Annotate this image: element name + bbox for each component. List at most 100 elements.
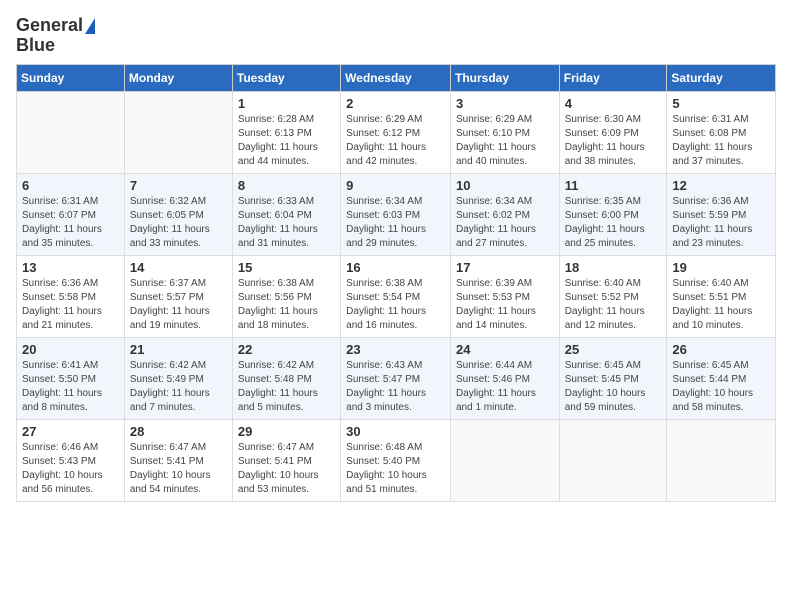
day-info: Sunrise: 6:34 AM Sunset: 6:03 PM Dayligh…: [346, 195, 445, 251]
day-number: 6: [22, 178, 119, 193]
day-info: Sunrise: 6:35 AM Sunset: 6:00 PM Dayligh…: [565, 195, 662, 251]
day-info: Sunrise: 6:33 AM Sunset: 6:04 PM Dayligh…: [238, 195, 335, 251]
day-number: 11: [565, 178, 662, 193]
day-info: Sunrise: 6:40 AM Sunset: 5:52 PM Dayligh…: [565, 277, 662, 333]
day-number: 30: [346, 424, 445, 439]
day-info: Sunrise: 6:44 AM Sunset: 5:46 PM Dayligh…: [456, 359, 554, 415]
day-header-saturday: Saturday: [667, 64, 776, 91]
calendar-cell: 13 Sunrise: 6:36 AM Sunset: 5:58 PM Dayli…: [17, 255, 125, 337]
day-number: 20: [22, 342, 119, 357]
day-info: Sunrise: 6:45 AM Sunset: 5:44 PM Dayligh…: [672, 359, 770, 415]
day-number: 26: [672, 342, 770, 357]
calendar-cell: 24 Sunrise: 6:44 AM Sunset: 5:46 PM Dayli…: [450, 337, 559, 419]
day-number: 19: [672, 260, 770, 275]
day-info: Sunrise: 6:46 AM Sunset: 5:43 PM Dayligh…: [22, 441, 119, 497]
calendar-cell: 14 Sunrise: 6:37 AM Sunset: 5:57 PM Dayli…: [124, 255, 232, 337]
day-info: Sunrise: 6:29 AM Sunset: 6:12 PM Dayligh…: [346, 113, 445, 169]
calendar-cell: 1 Sunrise: 6:28 AM Sunset: 6:13 PM Daylig…: [232, 91, 340, 173]
day-header-thursday: Thursday: [450, 64, 559, 91]
logo-general: General: [16, 16, 83, 36]
day-info: Sunrise: 6:36 AM Sunset: 5:58 PM Dayligh…: [22, 277, 119, 333]
calendar-cell: 29 Sunrise: 6:47 AM Sunset: 5:41 PM Dayli…: [232, 419, 340, 501]
day-info: Sunrise: 6:42 AM Sunset: 5:48 PM Dayligh…: [238, 359, 335, 415]
logo-triangle-icon: [85, 18, 95, 34]
calendar-cell: 20 Sunrise: 6:41 AM Sunset: 5:50 PM Dayli…: [17, 337, 125, 419]
calendar-week-5: 27Sunrise: 6:46 AM Sunset: 5:43 PM Dayli…: [17, 419, 776, 501]
day-number: 22: [238, 342, 335, 357]
day-info: Sunrise: 6:41 AM Sunset: 5:50 PM Dayligh…: [22, 359, 119, 415]
day-number: 18: [565, 260, 662, 275]
day-info: Sunrise: 6:30 AM Sunset: 6:09 PM Dayligh…: [565, 113, 662, 169]
calendar-cell: 23 Sunrise: 6:43 AM Sunset: 5:47 PM Dayli…: [341, 337, 451, 419]
logo-blue: Blue: [16, 36, 55, 56]
day-number: 14: [130, 260, 227, 275]
day-info: Sunrise: 6:40 AM Sunset: 5:51 PM Dayligh…: [672, 277, 770, 333]
calendar-header-row: SundayMondayTuesdayWednesdayThursdayFrid…: [17, 64, 776, 91]
calendar-cell: 5Sunrise: 6:31 AM Sunset: 6:08 PM Daylig…: [667, 91, 776, 173]
day-number: 7: [130, 178, 227, 193]
calendar-cell: [450, 419, 559, 501]
logo: General Blue: [16, 16, 95, 56]
day-info: Sunrise: 6:37 AM Sunset: 5:57 PM Dayligh…: [130, 277, 227, 333]
day-info: Sunrise: 6:28 AM Sunset: 6:13 PM Dayligh…: [238, 113, 335, 169]
day-number: 3: [456, 96, 554, 111]
day-info: Sunrise: 6:38 AM Sunset: 5:54 PM Dayligh…: [346, 277, 445, 333]
calendar-cell: 28 Sunrise: 6:47 AM Sunset: 5:41 PM Dayli…: [124, 419, 232, 501]
day-info: Sunrise: 6:42 AM Sunset: 5:49 PM Dayligh…: [130, 359, 227, 415]
calendar-cell: [559, 419, 667, 501]
day-number: 25: [565, 342, 662, 357]
day-number: 4: [565, 96, 662, 111]
day-info: Sunrise: 6:47 AM Sunset: 5:41 PM Dayligh…: [130, 441, 227, 497]
day-info: Sunrise: 6:32 AM Sunset: 6:05 PM Dayligh…: [130, 195, 227, 251]
day-number: 24: [456, 342, 554, 357]
day-number: 15: [238, 260, 335, 275]
day-info: Sunrise: 6:39 AM Sunset: 5:53 PM Dayligh…: [456, 277, 554, 333]
day-number: 12: [672, 178, 770, 193]
day-info: Sunrise: 6:38 AM Sunset: 5:56 PM Dayligh…: [238, 277, 335, 333]
calendar-cell: 30 Sunrise: 6:48 AM Sunset: 5:40 PM Dayli…: [341, 419, 451, 501]
calendar-cell: [124, 91, 232, 173]
day-info: Sunrise: 6:47 AM Sunset: 5:41 PM Dayligh…: [238, 441, 335, 497]
day-header-tuesday: Tuesday: [232, 64, 340, 91]
calendar-cell: 9 Sunrise: 6:34 AM Sunset: 6:03 PM Daylig…: [341, 173, 451, 255]
calendar-cell: 7 Sunrise: 6:32 AM Sunset: 6:05 PM Daylig…: [124, 173, 232, 255]
calendar-cell: 4 Sunrise: 6:30 AM Sunset: 6:09 PM Daylig…: [559, 91, 667, 173]
day-info: Sunrise: 6:34 AM Sunset: 6:02 PM Dayligh…: [456, 195, 554, 251]
day-info: Sunrise: 6:48 AM Sunset: 5:40 PM Dayligh…: [346, 441, 445, 497]
calendar-cell: 12 Sunrise: 6:36 AM Sunset: 5:59 PM Dayli…: [667, 173, 776, 255]
calendar-cell: 6 Sunrise: 6:31 AM Sunset: 6:07 PM Daylig…: [17, 173, 125, 255]
calendar-cell: 19 Sunrise: 6:40 AM Sunset: 5:51 PM Dayli…: [667, 255, 776, 337]
day-header-wednesday: Wednesday: [341, 64, 451, 91]
calendar-week-2: 6 Sunrise: 6:31 AM Sunset: 6:07 PM Daylig…: [17, 173, 776, 255]
day-number: 2: [346, 96, 445, 111]
calendar-cell: [17, 91, 125, 173]
day-header-monday: Monday: [124, 64, 232, 91]
day-number: 23: [346, 342, 445, 357]
calendar-cell: 27Sunrise: 6:46 AM Sunset: 5:43 PM Dayli…: [17, 419, 125, 501]
calendar-week-3: 13 Sunrise: 6:36 AM Sunset: 5:58 PM Dayli…: [17, 255, 776, 337]
calendar-cell: 22 Sunrise: 6:42 AM Sunset: 5:48 PM Dayli…: [232, 337, 340, 419]
day-header-friday: Friday: [559, 64, 667, 91]
day-number: 21: [130, 342, 227, 357]
day-number: 9: [346, 178, 445, 193]
calendar-cell: 11 Sunrise: 6:35 AM Sunset: 6:00 PM Dayli…: [559, 173, 667, 255]
calendar-cell: 26 Sunrise: 6:45 AM Sunset: 5:44 PM Dayli…: [667, 337, 776, 419]
day-info: Sunrise: 6:29 AM Sunset: 6:10 PM Dayligh…: [456, 113, 554, 169]
day-number: 13: [22, 260, 119, 275]
day-info: Sunrise: 6:31 AM Sunset: 6:08 PM Dayligh…: [672, 113, 770, 169]
calendar-cell: 25 Sunrise: 6:45 AM Sunset: 5:45 PM Dayli…: [559, 337, 667, 419]
day-info: Sunrise: 6:36 AM Sunset: 5:59 PM Dayligh…: [672, 195, 770, 251]
calendar-cell: 16 Sunrise: 6:38 AM Sunset: 5:54 PM Dayli…: [341, 255, 451, 337]
day-info: Sunrise: 6:43 AM Sunset: 5:47 PM Dayligh…: [346, 359, 445, 415]
calendar-cell: 21 Sunrise: 6:42 AM Sunset: 5:49 PM Dayli…: [124, 337, 232, 419]
calendar-cell: 18 Sunrise: 6:40 AM Sunset: 5:52 PM Dayli…: [559, 255, 667, 337]
calendar-week-1: 1 Sunrise: 6:28 AM Sunset: 6:13 PM Daylig…: [17, 91, 776, 173]
day-number: 28: [130, 424, 227, 439]
day-number: 16: [346, 260, 445, 275]
day-number: 17: [456, 260, 554, 275]
day-info: Sunrise: 6:45 AM Sunset: 5:45 PM Dayligh…: [565, 359, 662, 415]
day-info: Sunrise: 6:31 AM Sunset: 6:07 PM Dayligh…: [22, 195, 119, 251]
calendar-cell: 3 Sunrise: 6:29 AM Sunset: 6:10 PM Daylig…: [450, 91, 559, 173]
day-number: 29: [238, 424, 335, 439]
day-number: 1: [238, 96, 335, 111]
